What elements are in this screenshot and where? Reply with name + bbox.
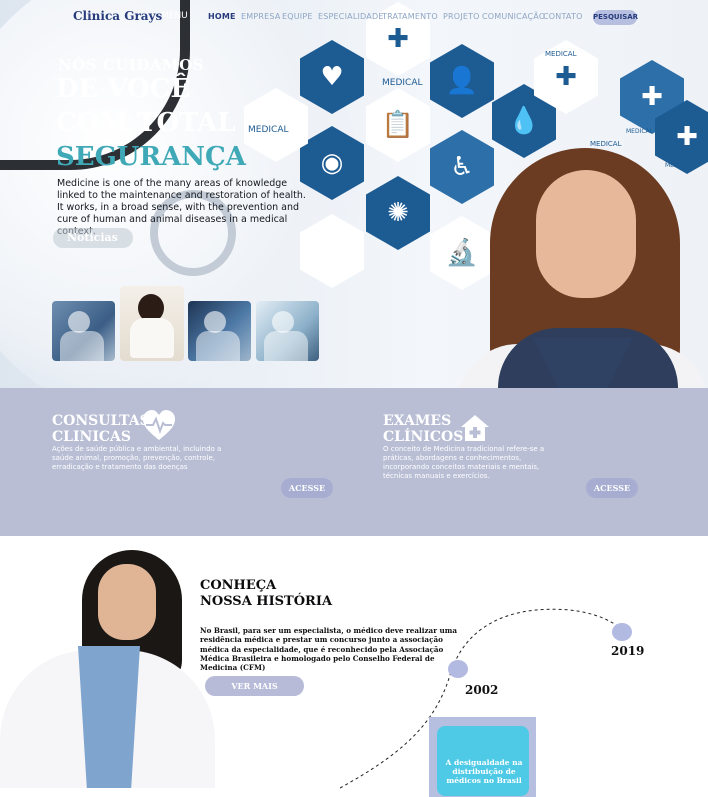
thumbnail-lab-1[interactable]	[52, 301, 115, 361]
menu-label[interactable]: MENU	[161, 11, 188, 21]
search-button[interactable]: PESQUISAR	[593, 10, 638, 25]
exames-title: EXAMES CLÍNICOS	[383, 413, 463, 445]
nav-equipe[interactable]: EQUIPE	[282, 12, 313, 21]
history-title-line-2: NOSSA HISTÓRIA	[200, 594, 333, 609]
exames-acesse-button[interactable]: ACESSE	[586, 478, 638, 498]
noticias-button[interactable]: Noticias	[53, 228, 133, 248]
top-navigation: Clinica Grays MENU HOME EMPRESA EQUIPE E…	[0, 0, 708, 34]
exames-description: O conceito de Medicina tradicional refer…	[383, 445, 545, 480]
services-section: CONSULTAS CLINICAS Ações de saúde públic…	[0, 388, 708, 536]
ver-mais-button[interactable]: VER MAIS	[205, 676, 304, 696]
clinic-house-icon	[461, 415, 489, 441]
consultas-title-line-2: CLINICAS	[52, 429, 131, 445]
thumbnail-doctor-portrait[interactable]	[120, 286, 184, 361]
nav-contato[interactable]: CONTATO	[543, 12, 583, 21]
hero-section: ♥ ✚ 👤 📋 ◉ 💧 ♿ ✺ 🔬 ✚ ✚ ✚ MEDICAL MEDICAL …	[0, 0, 708, 388]
timeline-dot-2002[interactable]	[448, 660, 468, 678]
exames-title-line-2: CLÍNICOS	[383, 429, 464, 445]
hex-label-medical-2: MEDICAL	[382, 78, 423, 88]
thumbnail-lab-2[interactable]	[188, 301, 251, 361]
consultas-description: Ações de saúde pública e ambiental, incl…	[52, 445, 222, 471]
clipboard-hex-icon: 📋	[366, 88, 430, 162]
person-hex-icon: 👤	[430, 44, 494, 118]
thumbnail-lab-3[interactable]	[256, 301, 319, 361]
consultas-acesse-button[interactable]: ACESSE	[281, 478, 333, 498]
timeline-dot-2019[interactable]	[612, 623, 632, 641]
nav-empresa[interactable]: EMPRESA	[241, 12, 281, 21]
hero-title-line-1: NÓS CUIDAMOS	[58, 56, 205, 74]
consultas-title-line-1: CONSULTAS	[52, 413, 150, 429]
hex-label-medical-4: MEDICAL	[590, 140, 622, 148]
hex-label-medical-1: MEDICAL	[248, 125, 289, 135]
nav-projeto[interactable]: PROJETO	[443, 12, 480, 21]
history-title-line-1: CONHEÇA	[200, 578, 277, 593]
timeline-year-2019: 2019	[611, 644, 645, 658]
hero-title-line-2: DE VOCÊ	[56, 74, 191, 104]
brand-logo[interactable]: Clinica Grays	[73, 9, 162, 23]
nav-tratamento[interactable]: TRATAMENTO	[382, 12, 438, 21]
exames-title-line-1: EXAMES	[383, 413, 452, 429]
hex-label-medical-3: MEDICAL	[545, 50, 577, 58]
molecule-hex-icon: ✺	[366, 176, 430, 250]
consultas-title: CONSULTAS CLINICAS	[52, 413, 150, 445]
nav-comunicacao[interactable]: COMUNICAÇÃO	[482, 12, 545, 21]
hero-title-line-3: COM TOTAL	[56, 108, 236, 138]
nav-home[interactable]: HOME	[208, 12, 236, 21]
hero-doctor-photo	[458, 148, 708, 388]
heart-pulse-icon	[143, 410, 175, 440]
history-title: CONHEÇA NOSSA HISTÓRIA	[200, 578, 332, 610]
nav-especialidade[interactable]: ESPECIALIDADE	[318, 12, 384, 21]
hero-title-line-4: SEGURANÇA	[56, 142, 246, 172]
timeline-card-text: A desigualdade na distribuição de médico…	[445, 758, 523, 785]
hex-label-medical-5: MEDICAL	[626, 128, 653, 135]
timeline-year-2002: 2002	[465, 683, 499, 697]
history-doctor-photo	[0, 546, 215, 788]
